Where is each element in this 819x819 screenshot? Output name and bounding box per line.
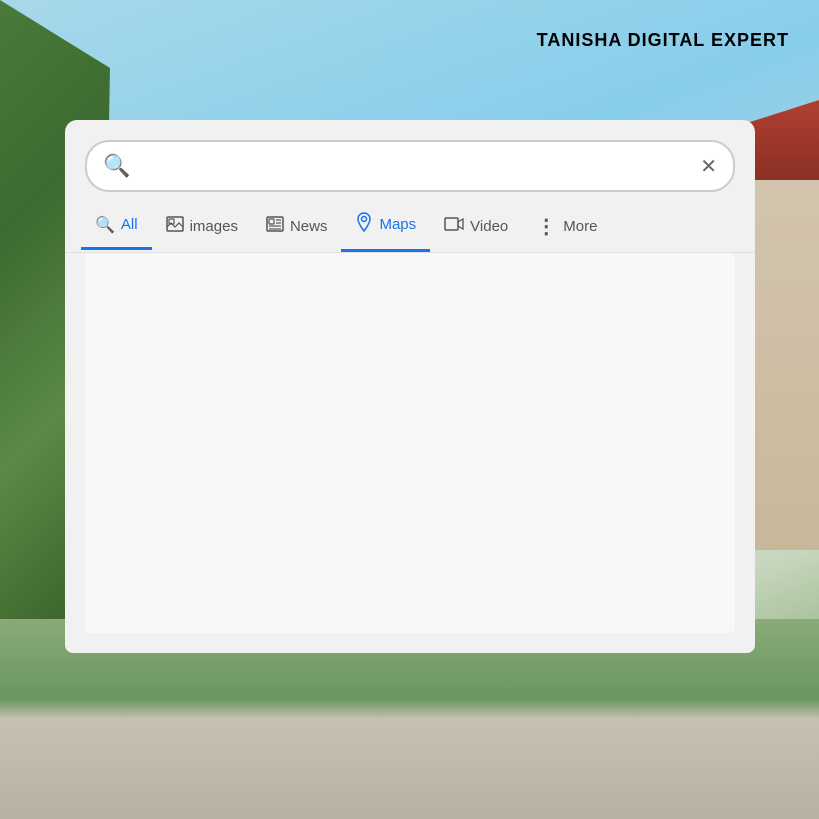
tab-images-label: images: [190, 218, 238, 235]
tab-images[interactable]: images: [152, 204, 252, 249]
search-input[interactable]: [140, 156, 700, 177]
content-area: [85, 253, 735, 633]
more-dots-icon: ⋮: [536, 214, 557, 239]
tab-more[interactable]: ⋮ More: [522, 202, 611, 251]
all-search-icon: 🔍: [95, 215, 115, 235]
search-panel: 🔍 ✕ 🔍 All images: [65, 120, 755, 653]
news-icon: [266, 216, 284, 237]
search-bar: 🔍 ✕: [85, 140, 735, 192]
images-icon: [166, 216, 184, 237]
tab-news-label: News: [290, 218, 328, 235]
tab-video-label: Video: [470, 218, 508, 235]
maps-icon: [355, 212, 373, 237]
tab-all[interactable]: 🔍 All: [81, 203, 152, 250]
tab-all-label: All: [121, 216, 138, 233]
video-icon: [444, 216, 464, 237]
tab-video[interactable]: Video: [430, 204, 522, 249]
tab-maps-label: Maps: [379, 216, 416, 233]
watermark-text: TANISHA DIGITAL EXPERT: [537, 30, 789, 51]
tab-more-label: More: [563, 218, 597, 235]
search-icon: 🔍: [103, 153, 130, 179]
tab-bar: 🔍 All images: [65, 200, 755, 253]
clear-icon[interactable]: ✕: [700, 154, 717, 179]
tab-maps[interactable]: Maps: [341, 200, 430, 252]
tab-news[interactable]: News: [252, 204, 342, 249]
